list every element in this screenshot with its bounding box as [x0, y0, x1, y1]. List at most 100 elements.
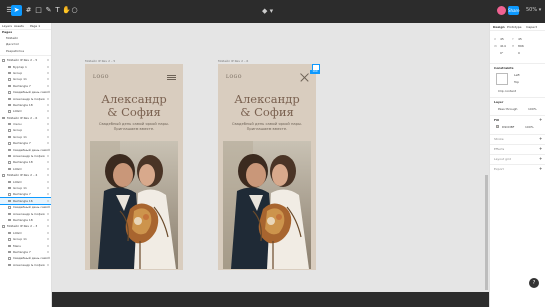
visibility-icon[interactable]: [47, 250, 49, 253]
visibility-icon[interactable]: [47, 110, 49, 113]
tab-assets[interactable]: Assets: [14, 24, 24, 29]
layer-icon: [8, 91, 11, 94]
visibility-icon[interactable]: [47, 78, 49, 81]
layer-icon: [8, 110, 11, 113]
burger-icon[interactable]: [167, 75, 176, 82]
visibility-icon[interactable]: [47, 123, 49, 126]
constraints-title: Constraints: [494, 66, 514, 70]
share-button[interactable]: Share: [508, 6, 520, 15]
blend-mode[interactable]: Pass through: [498, 107, 517, 111]
visibility-icon[interactable]: [47, 84, 49, 87]
layers-panel: Layers Assets Page 1 Pages Мобайл Десктоп…: [0, 23, 52, 307]
visibility-icon[interactable]: [47, 199, 49, 202]
visibility-icon[interactable]: [47, 148, 49, 151]
constraint-left[interactable]: Left: [514, 73, 520, 77]
fill-opacity[interactable]: 100%: [525, 125, 534, 129]
right-tabs: Design Prototype Inspect: [490, 23, 545, 31]
tab-layers[interactable]: Layers: [2, 24, 12, 29]
layer-icon: [8, 167, 11, 171]
visibility-icon[interactable]: [47, 212, 49, 215]
visibility-icon[interactable]: [47, 218, 49, 221]
selection-badge: 160: [310, 70, 320, 74]
mobile-frame[interactable]: LOGO Александр & София Свадебный день самой…: [218, 64, 316, 270]
layer-icon: [8, 103, 11, 107]
grid-title: Layout grid: [494, 157, 512, 161]
visibility-icon[interactable]: [47, 174, 49, 177]
frame-icon: [2, 174, 5, 177]
visibility-icon[interactable]: [47, 167, 49, 170]
visibility-icon[interactable]: [47, 225, 49, 228]
visibility-icon[interactable]: [47, 193, 49, 196]
fill-hex[interactable]: D9CDBF: [502, 125, 514, 129]
y-field[interactable]: 45: [518, 37, 522, 41]
visibility-icon[interactable]: [47, 238, 49, 241]
layer-icon: [8, 180, 11, 183]
mobile-frame[interactable]: LOGO Александр & София Свадебный день самой…: [85, 64, 183, 270]
h-field[interactable]: 896: [518, 44, 524, 48]
visibility-icon[interactable]: [47, 71, 49, 74]
frame-icon: [2, 59, 5, 62]
layer-icon: [8, 65, 11, 68]
couple-names: Александр & София: [85, 93, 183, 119]
frame-label[interactable]: Мобайл IP Rev 2 – 6: [218, 59, 248, 63]
x-field[interactable]: 45: [500, 37, 504, 41]
visibility-icon[interactable]: [47, 161, 49, 164]
tab-inspect[interactable]: Inspect: [526, 25, 537, 29]
layer-icon: [8, 231, 11, 235]
w-field[interactable]: 414: [500, 44, 506, 48]
layer-icon: [8, 257, 11, 260]
layer-icon: [8, 238, 11, 241]
constraints-widget[interactable]: [496, 73, 508, 85]
figma-window: ☰ ➤ # □ ✎ T ✋ ○ ◆ ▾ Share 50% ▾ Layers A…: [0, 0, 545, 307]
visibility-icon[interactable]: [47, 155, 49, 158]
layer-icon: [8, 129, 11, 132]
page-item-label: Разработка: [6, 48, 25, 53]
comment-tool-icon[interactable]: ○: [69, 5, 80, 16]
visibility-icon[interactable]: [47, 103, 49, 106]
layer-opacity[interactable]: 100%: [528, 107, 537, 111]
visibility-icon[interactable]: [47, 116, 49, 119]
visibility-icon[interactable]: [47, 263, 49, 266]
visibility-icon[interactable]: [47, 97, 49, 100]
component-menu[interactable]: ◆ ▾: [262, 7, 273, 16]
logo: LOGO: [226, 75, 242, 80]
help-icon[interactable]: ?: [529, 278, 539, 288]
move-tool-icon[interactable]: ➤: [11, 5, 22, 16]
layer-item[interactable]: Александр & София: [0, 262, 51, 268]
visibility-icon[interactable]: [47, 135, 49, 138]
canvas-scrollbar[interactable]: [485, 175, 488, 290]
add-grid-icon[interactable]: +: [539, 156, 542, 161]
add-export-icon[interactable]: +: [539, 166, 542, 171]
zoom-level[interactable]: 50% ▾: [526, 5, 541, 16]
visibility-icon[interactable]: [47, 59, 49, 62]
add-fill-icon[interactable]: +: [539, 117, 542, 122]
visibility-icon[interactable]: [47, 231, 49, 234]
constraint-top[interactable]: Top: [514, 80, 519, 84]
fill-swatch[interactable]: [496, 125, 499, 128]
frame-label[interactable]: Мобайл IP Rev 2 – 5: [85, 59, 115, 63]
design-panel: Design Prototype Inspect X 45 Y 45 W 414…: [489, 23, 545, 307]
tab-prototype[interactable]: Prototype: [507, 25, 521, 29]
close-icon[interactable]: [300, 73, 309, 82]
wedding-photo: [90, 141, 178, 269]
radius-field[interactable]: 0: [518, 51, 520, 55]
left-tabs: Layers Assets Page 1: [0, 23, 51, 30]
page-item[interactable]: Разработка: [0, 48, 51, 54]
visibility-icon[interactable]: [47, 65, 49, 68]
add-effect-icon[interactable]: +: [539, 146, 542, 151]
layer-icon: [8, 84, 11, 88]
visibility-icon[interactable]: [47, 129, 49, 132]
tab-design[interactable]: Design: [493, 25, 505, 29]
tab-page[interactable]: Page 1: [30, 24, 40, 29]
name-line-2: & София: [107, 105, 161, 119]
rotation-field[interactable]: 0°: [500, 51, 503, 55]
layer-icon: [8, 250, 11, 254]
avatar[interactable]: [497, 6, 506, 15]
visibility-icon[interactable]: [47, 142, 49, 145]
clip-content[interactable]: Clip content: [498, 89, 516, 93]
visibility-icon[interactable]: [47, 244, 49, 247]
visibility-icon[interactable]: [47, 186, 49, 189]
add-stroke-icon[interactable]: +: [539, 136, 542, 141]
visibility-icon[interactable]: [47, 180, 49, 183]
logo: LOGO: [93, 75, 109, 80]
